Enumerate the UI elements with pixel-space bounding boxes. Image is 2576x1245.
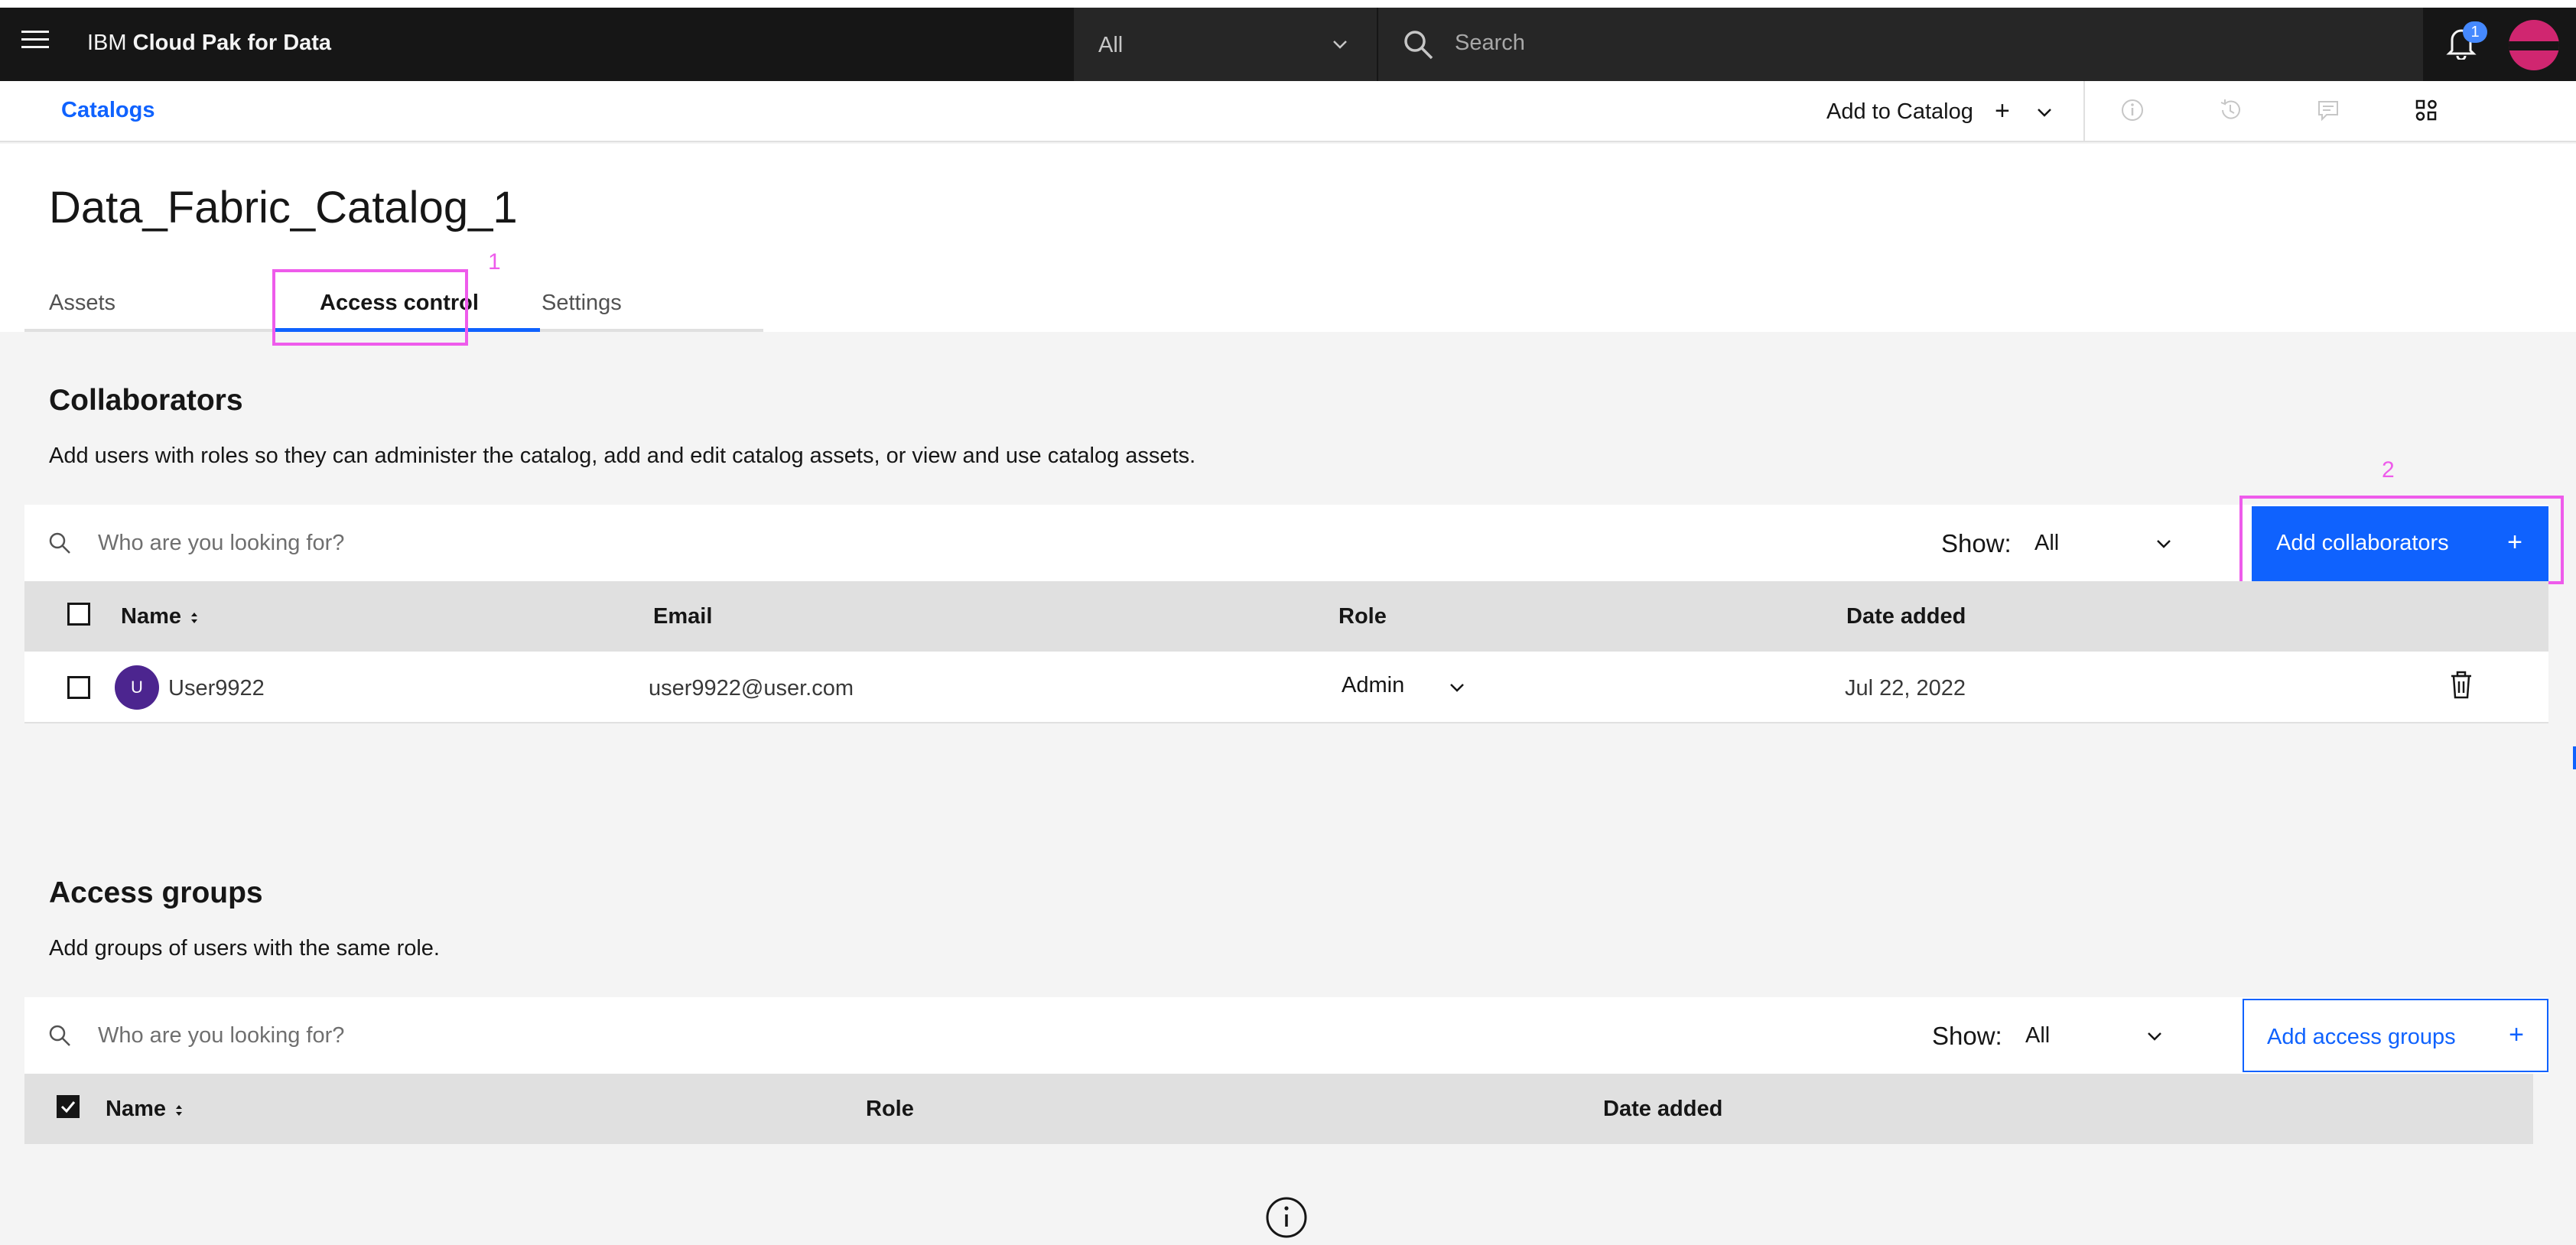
breadcrumb-catalogs[interactable]: Catalogs	[61, 98, 154, 123]
brand-name: Cloud Pak for Data	[132, 31, 332, 55]
access-groups-description: Add groups of users with the same role.	[49, 936, 440, 961]
user-avatar-icon[interactable]	[2509, 20, 2559, 70]
search-scope-dropdown[interactable]: All	[1074, 8, 1377, 81]
show-filter-dropdown[interactable]: All	[2034, 531, 2059, 556]
collaborator-date-added: Jul 22, 2022	[1845, 676, 1966, 701]
product-brand[interactable]: IBM Cloud Pak for Data	[87, 31, 331, 56]
show-filter-label: Show:	[1932, 1022, 2002, 1050]
checkmark-icon	[60, 1101, 76, 1113]
collaborators-description: Add users with roles so they can adminis…	[49, 444, 1196, 468]
annotation-number-1: 1	[488, 249, 501, 275]
chevron-down-icon[interactable]	[2155, 535, 2172, 552]
avatar: U	[115, 665, 159, 710]
sort-icon[interactable]	[173, 1101, 185, 1120]
global-search-input[interactable]: Search	[1378, 8, 2423, 81]
trash-icon[interactable]	[2449, 670, 2474, 701]
history-icon[interactable]	[2217, 96, 2244, 124]
add-access-groups-label: Add access groups	[2267, 1025, 2456, 1049]
info-icon[interactable]	[2119, 96, 2146, 124]
access-groups-title: Access groups	[49, 876, 263, 909]
apps-icon[interactable]	[2412, 96, 2440, 124]
add-icon: +	[2509, 1020, 2524, 1049]
annotation-number-2: 2	[2382, 457, 2395, 483]
annotation-highlight-2	[2239, 496, 2564, 584]
add-plus-icon[interactable]: +	[1995, 96, 2010, 126]
chevron-down-icon[interactable]	[1449, 679, 1465, 696]
column-header-email: Email	[653, 604, 713, 629]
select-all-checkbox[interactable]	[67, 603, 90, 626]
collaborators-table-toolbar: Who are you looking for? Show: All	[24, 505, 2548, 581]
row-checkbox[interactable]	[67, 676, 90, 699]
search-icon	[1404, 31, 1433, 60]
search-scope-value: All	[1098, 33, 1124, 57]
search-icon	[49, 532, 70, 554]
show-filter-label: Show:	[1941, 529, 2012, 557]
annotation-highlight-1	[272, 269, 468, 346]
role-dropdown[interactable]: Admin	[1342, 673, 1404, 698]
column-header-role: Role	[1338, 604, 1387, 629]
info-icon	[1266, 1197, 1307, 1238]
menu-icon[interactable]	[21, 31, 49, 58]
notification-badge: 1	[2463, 21, 2487, 43]
column-header-name[interactable]: Name	[121, 604, 181, 629]
collaborators-search-input[interactable]: Who are you looking for?	[98, 531, 344, 556]
access-groups-search-input[interactable]: Who are you looking for?	[98, 1023, 344, 1048]
toolbar-divider	[2083, 81, 2085, 142]
add-to-catalog-button[interactable]: Add to Catalog	[1826, 99, 1973, 125]
show-filter-dropdown[interactable]: All	[2025, 1023, 2050, 1048]
chevron-down-icon[interactable]	[2146, 1028, 2163, 1045]
column-header-name[interactable]: Name	[106, 1097, 166, 1122]
add-access-groups-button[interactable]: Add access groups +	[2243, 999, 2548, 1072]
tab-assets[interactable]: Assets	[49, 263, 115, 332]
chevron-down-icon	[1333, 41, 1347, 49]
chevron-down-icon[interactable]	[2036, 104, 2053, 121]
page-title: Data_Fabric_Catalog_1	[49, 183, 518, 232]
notifications-button[interactable]: 1	[2425, 8, 2498, 81]
access-groups-table-toolbar: Who are you looking for? Show: All	[24, 997, 2548, 1074]
sort-icon[interactable]	[188, 609, 200, 627]
collaborator-name: User9922	[168, 676, 265, 701]
top-header: IBM Cloud Pak for Data All Search 1	[0, 8, 2576, 81]
search-placeholder: Search	[1455, 31, 1525, 55]
tab-settings[interactable]: Settings	[542, 263, 622, 332]
window-top-strip	[0, 0, 2576, 8]
select-all-checkbox[interactable]	[57, 1095, 80, 1118]
scroll-indicator	[2573, 746, 2576, 769]
collaborators-title: Collaborators	[49, 384, 243, 417]
access-groups-table-header: Name Role Date added	[24, 1074, 2533, 1144]
column-header-date-added: Date added	[1603, 1097, 1723, 1121]
context-toolbar: Catalogs Add to Catalog +	[0, 81, 2576, 142]
brand-prefix: IBM	[87, 31, 127, 55]
column-header-role: Role	[866, 1097, 914, 1121]
collaborators-table-header: Name Email Role Date added	[24, 581, 2548, 652]
search-icon	[49, 1025, 70, 1046]
table-row: U User9922 user9922@user.com Admin Jul 2…	[24, 652, 2548, 723]
comment-icon[interactable]	[2314, 96, 2342, 124]
column-header-date-added: Date added	[1846, 604, 1966, 629]
collaborator-email: user9922@user.com	[649, 676, 854, 701]
